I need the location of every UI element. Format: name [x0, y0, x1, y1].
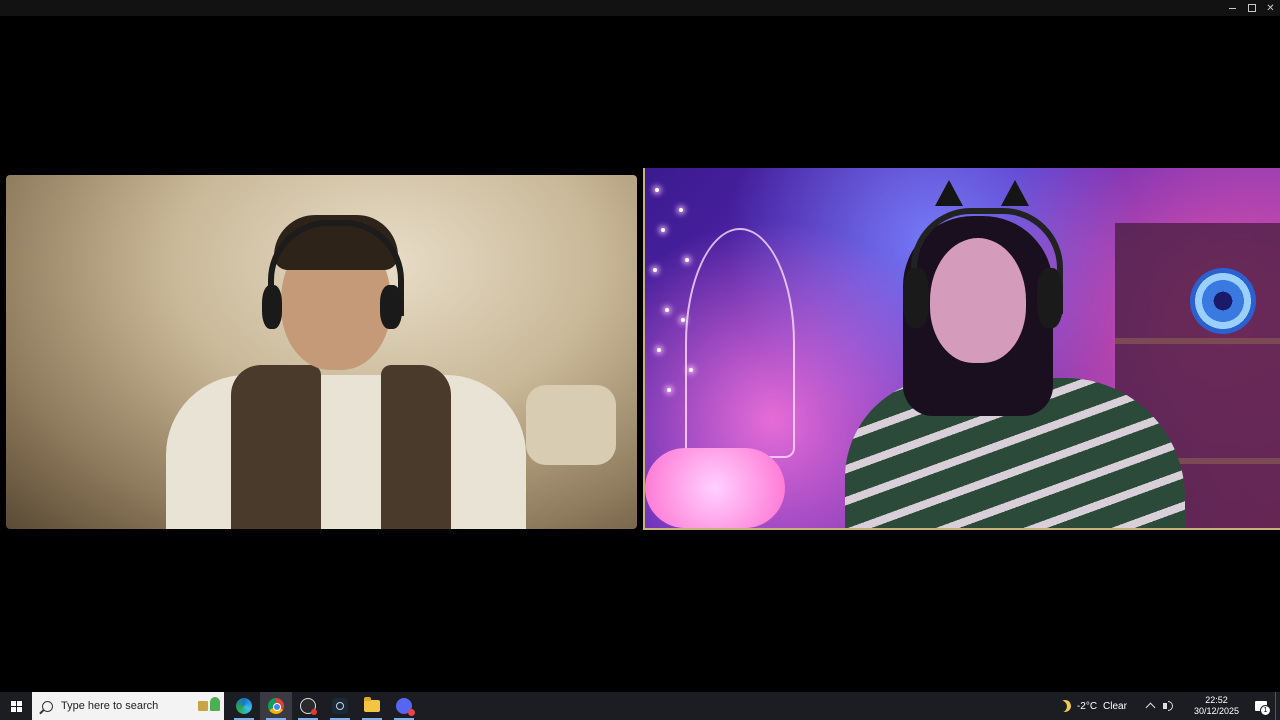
headset-earcup [380, 285, 402, 329]
file-explorer-icon [364, 697, 380, 712]
taskbar-app-steam[interactable] [324, 692, 356, 720]
taskbar-app-discord[interactable] [388, 692, 420, 720]
fairy-light [681, 318, 685, 322]
headset-earcup [262, 285, 282, 329]
edge-icon [236, 698, 252, 714]
taskbar: Type here to search -2°C Clear 22:52 30/… [0, 692, 1280, 720]
video-call-window: ✕ [0, 0, 1280, 692]
fairy-light [679, 208, 683, 212]
maximize-icon[interactable] [1242, 0, 1261, 16]
search-highlight-illustration [198, 697, 220, 711]
title-bar[interactable]: ✕ [0, 0, 1280, 16]
vest [381, 365, 451, 529]
windows-logo-icon [10, 700, 22, 712]
obs-icon [300, 698, 317, 715]
window-controls: ✕ [1223, 0, 1280, 16]
search-icon [42, 700, 53, 712]
headset-earcup [1037, 268, 1063, 328]
decor-circle [1190, 268, 1256, 334]
system-tray: -2°C Clear 22:52 30/12/2025 1 [1059, 692, 1280, 720]
fairy-light [665, 308, 669, 312]
cat-ear-headband [1001, 180, 1029, 206]
discord-icon [396, 698, 415, 716]
hanging-chair [685, 228, 795, 458]
clock-time: 22:52 [1205, 695, 1228, 705]
weather-temperature: -2°C [1076, 700, 1098, 712]
fairy-light [653, 268, 657, 272]
shelf-board [1115, 338, 1280, 344]
notification-count: 1 [1260, 705, 1271, 716]
taskbar-search-box[interactable]: Type here to search [32, 692, 224, 720]
steam-icon [332, 698, 348, 714]
volume-icon[interactable] [1162, 699, 1176, 713]
taskbar-clock[interactable]: 22:52 30/12/2025 [1194, 695, 1239, 717]
participant-video-right[interactable] [643, 168, 1280, 530]
fairy-light [657, 348, 661, 352]
person-torso [166, 375, 526, 529]
close-icon[interactable]: ✕ [1261, 0, 1280, 16]
fairy-light [685, 258, 689, 262]
headset-earcup [903, 268, 929, 328]
taskbar-app-edge[interactable] [228, 692, 260, 720]
search-placeholder: Type here to search [61, 700, 159, 712]
weather-condition: Clear [1103, 700, 1127, 712]
pinned-apps [228, 692, 420, 720]
fairy-light [661, 228, 665, 232]
notification-center-button[interactable]: 1 [1247, 692, 1275, 720]
cushion [526, 385, 616, 465]
weather-widget[interactable]: -2°C Clear [1059, 700, 1127, 712]
taskbar-app-file-explorer[interactable] [356, 692, 388, 720]
cat-ear-headband [935, 180, 963, 206]
taskbar-app-obs[interactable] [292, 692, 324, 720]
start-button[interactable] [0, 692, 32, 720]
fluffy-pillow [645, 448, 785, 528]
show-desktop-button[interactable] [1275, 692, 1280, 720]
fairy-light [667, 388, 671, 392]
moon-icon [1057, 698, 1072, 713]
clock-date: 30/12/2025 [1193, 706, 1239, 716]
taskbar-app-chrome[interactable] [260, 692, 292, 720]
participant-video-left[interactable] [6, 175, 637, 529]
chrome-icon [268, 698, 284, 714]
minimize-icon[interactable] [1223, 0, 1242, 16]
chevron-up-icon[interactable] [1145, 702, 1156, 713]
vest [231, 365, 321, 529]
fairy-light [655, 188, 659, 192]
